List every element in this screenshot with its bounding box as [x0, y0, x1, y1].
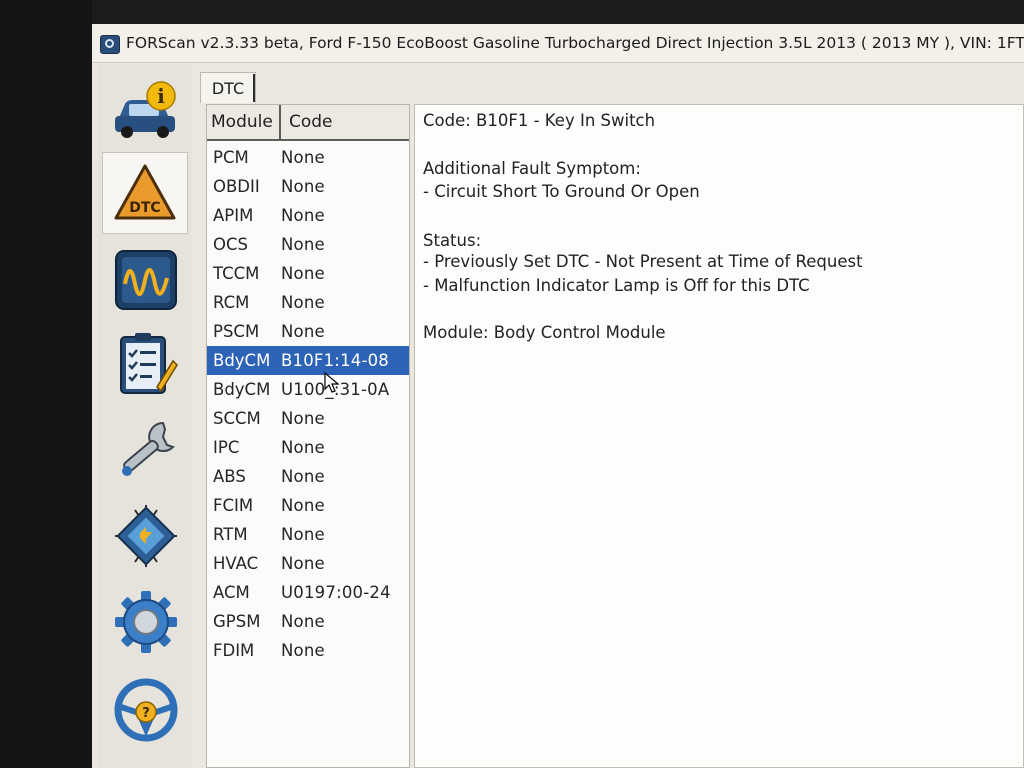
- row-module: SCCM: [213, 409, 261, 428]
- table-row[interactable]: BdyCM B10F1:14-08: [207, 346, 409, 375]
- table-row[interactable]: GPSM None: [207, 607, 409, 636]
- vehicle-info-icon: i: [115, 81, 176, 138]
- row-code: None: [281, 525, 325, 544]
- dtc-module-list: Module Code PCM None OBDII None APIM None OCS N…: [206, 104, 410, 768]
- wrench-icon: [122, 421, 175, 476]
- table-row[interactable]: APIM None: [207, 201, 409, 230]
- help-steering-wheel-icon: ?: [114, 678, 178, 742]
- row-code: None: [281, 641, 325, 660]
- detail-status-1: - Previously Set DTC - Not Present at Ti…: [423, 252, 863, 271]
- row-code: None: [281, 554, 325, 573]
- toolbar-service-wrench-button[interactable]: [104, 410, 188, 490]
- row-code: None: [281, 467, 325, 486]
- row-module: IPC: [213, 438, 240, 457]
- row-module: FDIM: [213, 641, 255, 660]
- toolbar-settings-button[interactable]: [104, 582, 188, 662]
- table-row[interactable]: RTM None: [207, 520, 409, 549]
- dtc-icon-label: DTC: [129, 200, 160, 216]
- detail-status-header: Status:: [423, 231, 482, 250]
- table-row[interactable]: ABS None: [207, 462, 409, 491]
- table-row[interactable]: PCM None: [207, 143, 409, 172]
- dtc-detail-panel: Code: B10F1 - Key In Switch Additional F…: [414, 104, 1024, 768]
- toolbar-help-button[interactable]: ?: [104, 670, 188, 750]
- row-code: None: [281, 496, 325, 515]
- tab-separator: [253, 74, 255, 102]
- row-code: None: [281, 293, 325, 312]
- table-row[interactable]: OCS None: [207, 230, 409, 259]
- settings-gear-icon: [115, 591, 177, 653]
- chip-icon: [115, 505, 177, 567]
- row-module: PSCM: [213, 322, 260, 341]
- screen-bezel-top: [0, 0, 1024, 26]
- detail-module-line: Module: Body Control Module: [423, 323, 666, 342]
- row-code: None: [281, 438, 325, 457]
- tab-dtc[interactable]: DTC: [200, 72, 256, 103]
- checklist-icon: [120, 333, 178, 394]
- window-title: FORScan v2.3.33 beta, Ford F-150 EcoBoos…: [126, 34, 1024, 52]
- column-header-code[interactable]: Code: [283, 105, 409, 139]
- table-row[interactable]: IPC None: [207, 433, 409, 462]
- table-row[interactable]: RCM None: [207, 288, 409, 317]
- row-module: RCM: [213, 293, 250, 312]
- table-row[interactable]: FCIM None: [207, 491, 409, 520]
- row-module: BdyCM: [213, 380, 271, 399]
- row-module: OCS: [213, 235, 248, 254]
- row-code: None: [281, 235, 325, 254]
- row-module: ACM: [213, 583, 250, 602]
- row-code: U0197:00-24: [281, 583, 391, 602]
- row-code: None: [281, 206, 325, 225]
- table-row[interactable]: PSCM None: [207, 317, 409, 346]
- row-code: None: [281, 264, 325, 283]
- forscan-app-icon: [100, 35, 120, 54]
- title-bar: FORScan v2.3.33 beta, Ford F-150 EcoBoos…: [92, 24, 1024, 63]
- detail-status-2: - Malfunction Indicator Lamp is Off for …: [423, 276, 810, 295]
- detail-symptom-header: Additional Fault Symptom:: [423, 159, 641, 178]
- row-code: None: [281, 409, 325, 428]
- toolbar-vehicle-info-button[interactable]: i: [104, 70, 188, 150]
- row-code: B10F1:14-08: [281, 351, 390, 370]
- list-body: PCM None OBDII None APIM None OCS None TCCM None R…: [207, 143, 409, 665]
- row-module: OBDII: [213, 177, 260, 196]
- mouse-cursor-icon: [324, 372, 340, 393]
- row-module: APIM: [213, 206, 254, 225]
- table-row[interactable]: ACM U0197:00-24: [207, 578, 409, 607]
- row-module: PCM: [213, 148, 249, 167]
- table-row[interactable]: TCCM None: [207, 259, 409, 288]
- toolbar-dtc-button[interactable]: DTC: [102, 152, 188, 234]
- oscilloscope-icon: [115, 250, 177, 310]
- dtc-icon: DTC: [114, 164, 176, 220]
- detail-symptom: - Circuit Short To Ground Or Open: [423, 182, 700, 201]
- help-question-glyph: ?: [142, 706, 150, 721]
- column-header-module[interactable]: Module: [207, 105, 281, 139]
- row-code: None: [281, 322, 325, 341]
- table-row[interactable]: BdyCM U100_:31-0A: [207, 375, 409, 404]
- app-window: FORScan v2.3.33 beta, Ford F-150 EcoBoos…: [92, 24, 1024, 768]
- row-code: None: [281, 612, 325, 631]
- left-toolbar: i DTC ?: [98, 64, 192, 768]
- screen-bezel-left: [0, 0, 92, 768]
- row-module: HVAC: [213, 554, 259, 573]
- table-row[interactable]: FDIM None: [207, 636, 409, 665]
- row-module: GPSM: [213, 612, 261, 631]
- row-module: BdyCM: [213, 351, 271, 370]
- info-i-glyph: i: [157, 84, 165, 108]
- table-row[interactable]: SCCM None: [207, 404, 409, 433]
- row-code: None: [281, 148, 325, 167]
- row-code: None: [281, 177, 325, 196]
- table-row[interactable]: HVAC None: [207, 549, 409, 578]
- row-module: TCCM: [213, 264, 260, 283]
- row-module: FCIM: [213, 496, 254, 515]
- detail-code-line: Code: B10F1 - Key In Switch: [423, 111, 656, 130]
- list-header: Module Code: [207, 105, 409, 141]
- row-module: ABS: [213, 467, 246, 486]
- table-row[interactable]: OBDII None: [207, 172, 409, 201]
- toolbar-checklist-button[interactable]: [104, 324, 188, 404]
- toolbar-module-programming-button[interactable]: [104, 496, 188, 576]
- row-module: RTM: [213, 525, 248, 544]
- toolbar-oscilloscope-button[interactable]: [104, 240, 188, 320]
